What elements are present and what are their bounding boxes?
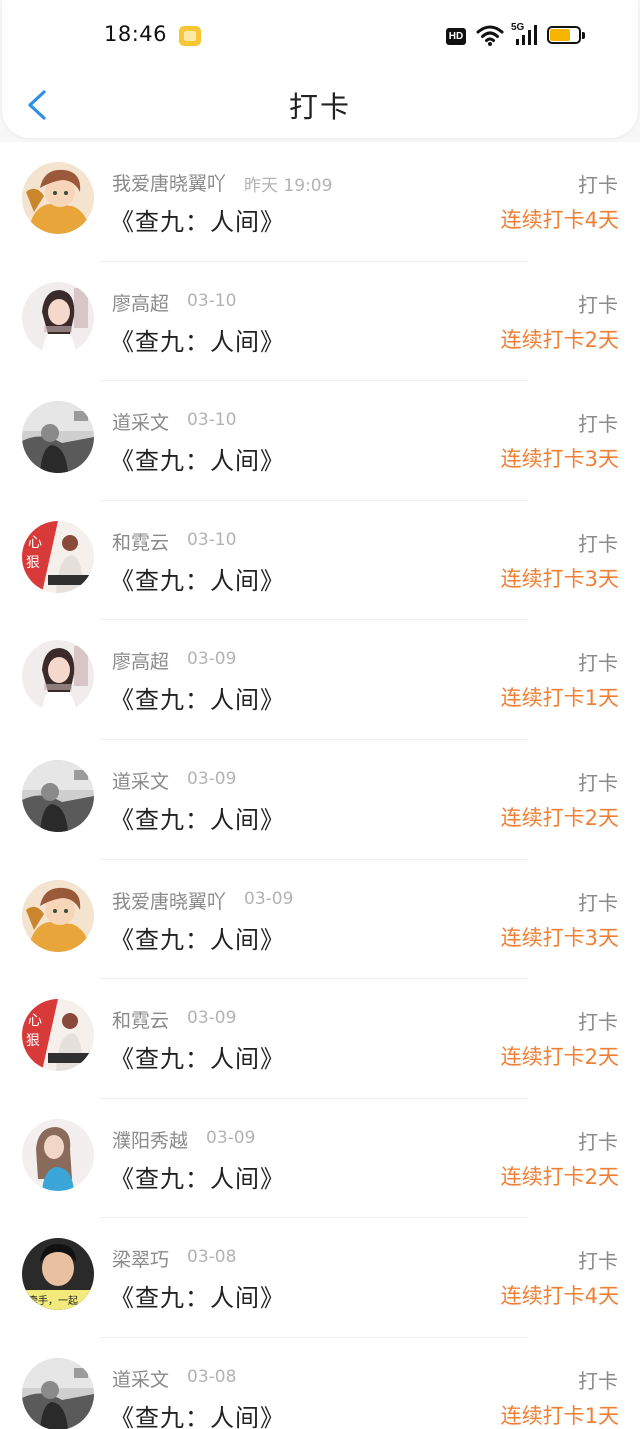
app-notification-icon [179,26,201,46]
streak-label: 连续打卡4天 [500,208,619,232]
book-title[interactable]: 《查九：人间》 [110,322,285,357]
avatar[interactable]: 牵手，一起 [22,1238,94,1311]
avatar[interactable]: 心狠 [22,999,94,1072]
svg-text:心: 心 [28,1013,42,1029]
avatar[interactable] [22,401,94,474]
wifi-icon [476,25,504,46]
checkin-row[interactable]: 牵手，一起 梁翠巧 03-08 《查九：人间》 打卡 连续打卡4天 [0,1218,640,1338]
streak-label: 连续打卡3天 [500,447,619,472]
checkin-action-label: 打卡 [578,1010,618,1035]
checkin-action-label: 打卡 [578,1249,618,1274]
status-time: 18:46 [104,22,168,46]
avatar[interactable] [22,1118,94,1191]
checkin-row[interactable]: 我爱唐晓翼吖 03-09 《查九：人间》 打卡 连续打卡3天 [0,860,640,980]
book-title[interactable]: 《查九：人间》 [110,561,285,596]
checkin-date: 03-09 [187,649,237,670]
book-title[interactable]: 《查九：人间》 [110,441,285,476]
book-title[interactable]: 《查九：人间》 [110,920,285,955]
svg-text:牵手，一起: 牵手，一起 [28,1294,78,1307]
streak-label: 连续打卡1天 [500,1403,619,1428]
checkin-date: 03-09 [187,768,237,789]
book-title[interactable]: 《查九：人间》 [110,1159,285,1194]
streak-label: 连续打卡1天 [500,686,619,711]
avatar[interactable] [22,162,94,234]
user-name[interactable]: 道采文 [112,767,169,794]
checkin-date: 03-09 [206,1127,256,1148]
avatar[interactable] [22,1357,94,1429]
checkin-action-label: 打卡 [578,770,618,795]
user-name[interactable]: 廖高超 [112,289,169,316]
checkin-action-label: 打卡 [578,292,618,317]
checkin-list: 我爱唐晓翼吖 昨天 19:09 《查九：人间》 打卡 连续打卡4天 廖高超 03… [0,142,640,1429]
user-name[interactable]: 梁翠巧 [112,1245,169,1272]
checkin-action-label: 打卡 [578,651,618,676]
streak-label: 连续打卡2天 [500,1045,619,1070]
checkin-date: 03-08 [187,1247,237,1268]
book-title[interactable]: 《查九：人间》 [110,1278,285,1313]
checkin-action-label: 打卡 [578,412,618,437]
checkin-row[interactable]: 我爱唐晓翼吖 昨天 19:09 《查九：人间》 打卡 连续打卡4天 [0,142,640,262]
checkin-row[interactable]: 濮阳秀越 03-09 《查九：人间》 打卡 连续打卡2天 [0,1099,640,1219]
checkin-row[interactable]: 廖高超 03-10 《查九：人间》 打卡 连续打卡2天 [0,262,640,382]
streak-label: 连续打卡2天 [500,327,619,352]
checkin-date: 03-10 [187,410,237,431]
avatar[interactable] [22,281,94,354]
streak-label: 连续打卡3天 [500,925,619,950]
user-name[interactable]: 和霓云 [112,528,169,555]
checkin-action-label: 打卡 [578,890,618,915]
checkin-row[interactable]: 心狠 和霓云 03-09 《查九：人间》 打卡 连续打卡2天 [0,979,640,1099]
svg-text:狠: 狠 [26,1033,40,1049]
user-name[interactable]: 和霓云 [112,1006,169,1033]
checkin-row[interactable]: 廖高超 03-09 《查九：人间》 打卡 连续打卡1天 [0,620,640,740]
streak-label: 连续打卡3天 [500,566,619,591]
checkin-date: 03-10 [187,290,237,311]
avatar[interactable] [22,759,94,832]
svg-text:狠: 狠 [26,555,40,571]
page-title: 打卡 [288,90,351,124]
user-name[interactable]: 我爱唐晓翼吖 [112,169,226,196]
checkin-date: 03-09 [187,1008,237,1029]
checkin-row[interactable]: 道采文 03-10 《查九：人间》 打卡 连续打卡3天 [0,381,640,501]
battery-icon [547,26,585,46]
streak-label: 连续打卡4天 [500,1284,619,1309]
user-name[interactable]: 濮阳秀越 [112,1126,188,1153]
checkin-date: 03-10 [187,529,237,550]
status-bar: 18:46 HD 5G [2,0,638,72]
hd-icon: HD [446,28,466,45]
book-title[interactable]: 《查九：人间》 [110,1039,285,1074]
checkin-date: 03-08 [187,1366,237,1387]
user-name[interactable]: 廖高超 [112,647,169,674]
user-name[interactable]: 道采文 [112,408,169,435]
avatar[interactable]: 心狠 [22,520,94,593]
checkin-date: 03-09 [244,888,294,909]
book-title[interactable]: 《查九：人间》 [110,202,285,237]
checkin-action-label: 打卡 [578,1129,618,1154]
checkin-page: 18:46 HD 5G 打卡 我爱唐晓翼吖 昨天 19:09 《查九：人间》 打… [0,0,640,1429]
svg-text:心: 心 [28,535,42,551]
checkin-date: 昨天 19:09 [244,176,333,196]
avatar[interactable] [22,879,94,952]
book-title[interactable]: 《查九：人间》 [110,1398,285,1429]
checkin-action-label: 打卡 [578,1368,618,1393]
checkin-row[interactable]: 道采文 03-09 《查九：人间》 打卡 连续打卡2天 [0,740,640,860]
book-title[interactable]: 《查九：人间》 [110,800,285,835]
user-name[interactable]: 我爱唐晓翼吖 [112,887,226,914]
streak-label: 连续打卡2天 [500,805,619,830]
streak-label: 连续打卡2天 [500,1164,619,1189]
header: 18:46 HD 5G 打卡 [2,0,638,138]
avatar[interactable] [22,640,94,713]
user-name[interactable]: 道采文 [112,1365,169,1392]
checkin-row[interactable]: 心狠 和霓云 03-10 《查九：人间》 打卡 连续打卡3天 [0,501,640,621]
checkin-row[interactable]: 道采文 03-08 《查九：人间》 打卡 连续打卡1天 [0,1338,640,1429]
signal-icon [516,25,537,45]
book-title[interactable]: 《查九：人间》 [110,680,285,715]
checkin-action-label: 打卡 [578,173,618,197]
checkin-action-label: 打卡 [578,531,618,556]
